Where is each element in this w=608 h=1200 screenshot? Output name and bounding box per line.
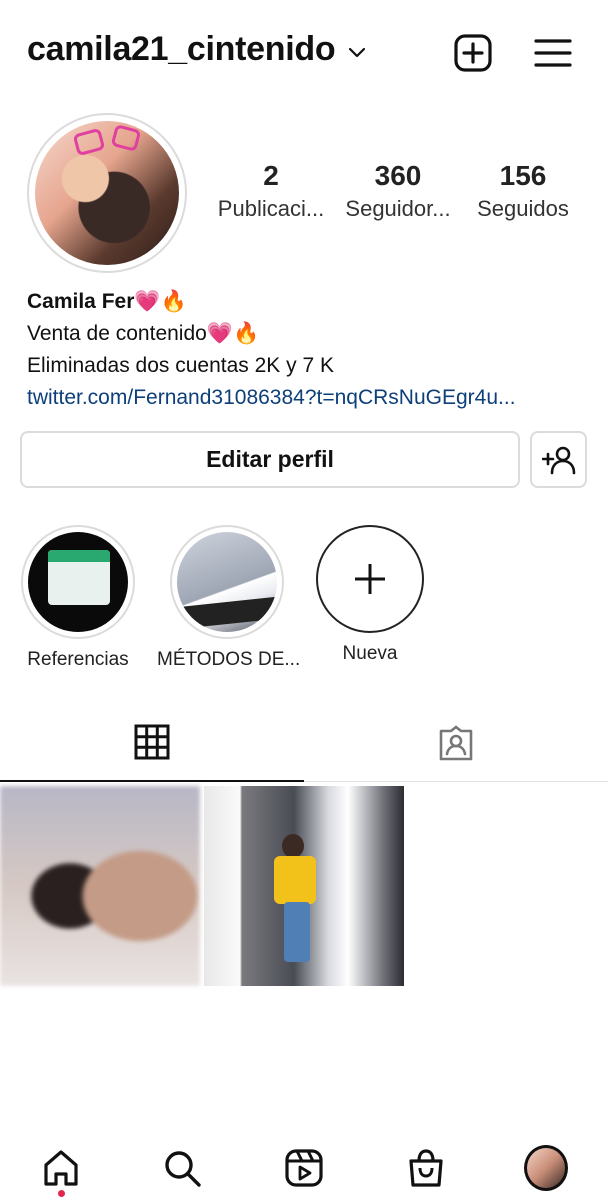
notification-dot (58, 1190, 65, 1197)
home-icon (44, 1150, 78, 1186)
discover-people-button[interactable] (530, 431, 587, 488)
display-name: Camila Fer💗🔥 (27, 290, 187, 313)
stat-followers[interactable]: 360 Seguidor... (340, 160, 456, 222)
nav-profile[interactable] (524, 1145, 568, 1191)
tab-posts-grid[interactable] (0, 704, 304, 782)
highlight-label: Referencias (27, 649, 129, 670)
plus-icon (355, 564, 385, 594)
bio-line-2: Eliminadas dos cuentas 2K y 7 K (27, 354, 335, 377)
stat-posts[interactable]: 2 Publicaci... (213, 160, 329, 222)
bio-line-1: Venta de contenido💗🔥 (27, 322, 260, 345)
highlight-metodos[interactable]: MÉTODOS DE... (157, 525, 301, 671)
bottom-navigation (0, 1132, 608, 1200)
highlight-label: MÉTODOS DE... (157, 649, 301, 670)
grid-icon (134, 724, 170, 760)
highlight-cover (170, 525, 284, 639)
profile-avatar (524, 1145, 568, 1191)
posts-count: 2 (263, 160, 279, 191)
bio-link[interactable]: twitter.com/Fernand31086384?t=nqCRsNuGEg… (27, 382, 587, 414)
account-switcher[interactable]: camila21_cintenido (27, 30, 367, 69)
profile-tabs (0, 704, 608, 782)
shop-icon (409, 1149, 443, 1187)
plus-square-icon[interactable] (453, 33, 493, 73)
followers-label: Seguidor... (345, 196, 451, 221)
followers-count: 360 (374, 160, 422, 191)
highlight-label: Nueva (342, 643, 398, 664)
highlight-new[interactable]: Nueva (300, 525, 440, 665)
posts-label: Publicaci... (217, 196, 325, 221)
nav-home[interactable] (39, 1146, 83, 1190)
edit-profile-button[interactable]: Editar perfil (20, 431, 520, 488)
reels-icon (285, 1149, 323, 1187)
highlight-referencias[interactable]: Referencias (8, 525, 148, 671)
stat-following[interactable]: 156 Seguidos (465, 160, 581, 222)
chevron-down-icon (349, 47, 366, 57)
search-icon (165, 1151, 201, 1187)
nav-shop[interactable] (404, 1146, 448, 1190)
add-user-icon (541, 446, 575, 474)
following-count: 156 (499, 160, 547, 191)
tab-tagged[interactable] (304, 704, 608, 782)
post-thumbnail[interactable] (204, 786, 404, 986)
nav-reels[interactable] (282, 1146, 326, 1190)
username: camila21_cintenido (27, 30, 336, 68)
profile-bio: Camila Fer💗🔥 Venta de contenido💗🔥 Elimin… (27, 286, 587, 414)
nav-search[interactable] (160, 1146, 204, 1190)
new-highlight-circle (316, 525, 424, 633)
following-label: Seguidos (477, 196, 569, 221)
top-bar: camila21_cintenido (0, 0, 608, 110)
tagged-icon (439, 725, 473, 761)
profile-photo (35, 121, 179, 265)
profile-avatar[interactable] (27, 113, 187, 273)
highlight-cover (21, 525, 135, 639)
hamburger-menu-icon[interactable] (533, 33, 573, 73)
post-thumbnail[interactable] (0, 786, 200, 986)
